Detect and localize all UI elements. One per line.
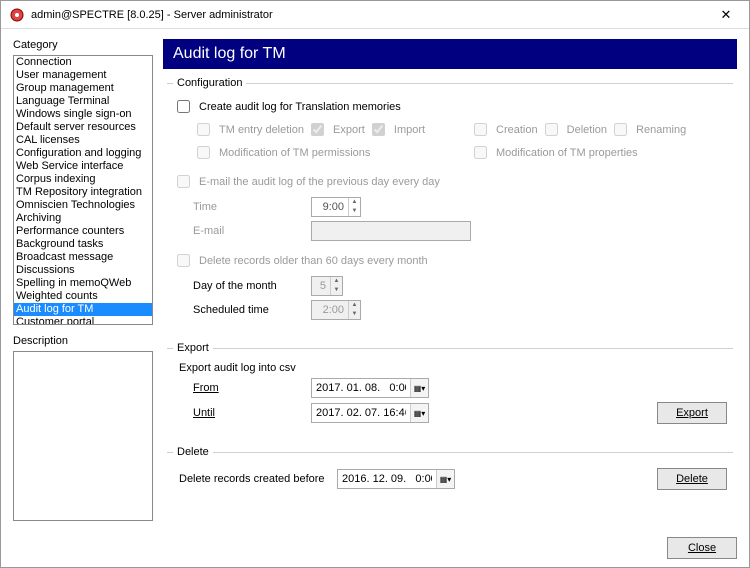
export-subtitle: Export audit log into csv [179,362,727,374]
category-item[interactable]: TM Repository integration [14,186,152,199]
category-item[interactable]: Omniscien Technologies [14,199,152,212]
category-item[interactable]: Weighted counts [14,290,152,303]
delete-older-checkbox[interactable]: Delete records older than 60 days every … [173,251,428,270]
export-checkbox[interactable]: Export [307,120,365,139]
category-item[interactable]: Customer portal [14,316,152,325]
creation-checkbox[interactable]: Creation [470,120,538,139]
category-item[interactable]: Windows single sign-on [14,108,152,121]
email-input[interactable] [311,221,471,241]
delete-before-label: Delete records created before [179,473,329,485]
category-item[interactable]: Spelling in memoQWeb [14,277,152,290]
email-field-label: E-mail [193,225,303,237]
export-group: Export Export audit log into csv From ▦▾… [167,342,733,438]
export-button[interactable]: Export [657,402,727,424]
category-item[interactable]: Audit log for TM [14,303,152,316]
calendar-icon[interactable]: ▦▾ [410,379,428,397]
window: admin@SPECTRE [8.0.25] - Server administ… [0,0,750,568]
calendar-icon[interactable]: ▦▾ [410,404,428,422]
delete-group: Delete Delete records created before ▦▾ … [167,446,733,504]
day-of-month-spinner[interactable]: ▲▼ [311,276,343,296]
titlebar: admin@SPECTRE [8.0.25] - Server administ… [1,1,749,29]
category-item[interactable]: Connection [14,56,152,69]
description-box [13,351,153,521]
export-legend: Export [173,342,213,354]
category-item[interactable]: Corpus indexing [14,173,152,186]
deletion-checkbox[interactable]: Deletion [541,120,607,139]
delete-before-date-input[interactable]: ▦▾ [337,469,455,489]
delete-button[interactable]: Delete [657,468,727,490]
category-item[interactable]: Web Service interface [14,160,152,173]
from-label: From [193,382,303,394]
sidebar: Category ConnectionUser managementGroup … [13,39,153,521]
category-item[interactable]: Default server resources [14,121,152,134]
time-label: Time [193,201,303,213]
until-label: Until [193,407,303,419]
category-list[interactable]: ConnectionUser managementGroup managemen… [13,55,153,325]
mod-properties-checkbox[interactable]: Modification of TM properties [470,143,638,162]
description-label: Description [13,335,153,347]
create-audit-log-label: Create audit log for Translation memorie… [199,101,401,113]
window-close-button[interactable]: ✕ [711,7,741,23]
category-item[interactable]: Broadcast message [14,251,152,264]
category-label: Category [13,39,153,51]
scheduled-time-spinner[interactable]: ▲▼ [311,300,361,320]
close-button[interactable]: Close [667,537,737,559]
category-item[interactable]: Language Terminal [14,95,152,108]
category-item[interactable]: CAL licenses [14,134,152,147]
category-item[interactable]: Performance counters [14,225,152,238]
until-date-input[interactable]: ▦▾ [311,403,429,423]
category-item[interactable]: Discussions [14,264,152,277]
day-of-month-label: Day of the month [193,280,303,292]
email-daily-checkbox[interactable]: E-mail the audit log of the previous day… [173,172,440,191]
category-item[interactable]: User management [14,69,152,82]
page-banner: Audit log for TM [163,39,737,69]
footer: Close [1,529,749,567]
configuration-group: Configuration Create audit log for Trans… [167,77,733,334]
window-title: admin@SPECTRE [8.0.25] - Server administ… [31,9,711,21]
calendar-icon[interactable]: ▦▾ [436,470,454,488]
category-item[interactable]: Background tasks [14,238,152,251]
time-spinner[interactable]: ▲▼ [311,197,361,217]
category-item[interactable]: Archiving [14,212,152,225]
category-item[interactable]: Group management [14,82,152,95]
from-date-input[interactable]: ▦▾ [311,378,429,398]
scheduled-time-label: Scheduled time [193,304,303,316]
import-checkbox[interactable]: Import [368,120,425,139]
mod-permissions-checkbox[interactable]: Modification of TM permissions [193,143,370,162]
configuration-legend: Configuration [173,77,246,89]
category-item[interactable]: Configuration and logging [14,147,152,160]
app-icon [9,7,25,23]
main-panel: Audit log for TM Configuration Create au… [163,39,737,521]
renaming-checkbox[interactable]: Renaming [610,120,686,139]
delete-legend: Delete [173,446,213,458]
tm-entry-deletion-checkbox[interactable]: TM entry deletion [193,120,304,139]
create-audit-log-checkbox[interactable]: Create audit log for Translation memorie… [173,97,401,116]
